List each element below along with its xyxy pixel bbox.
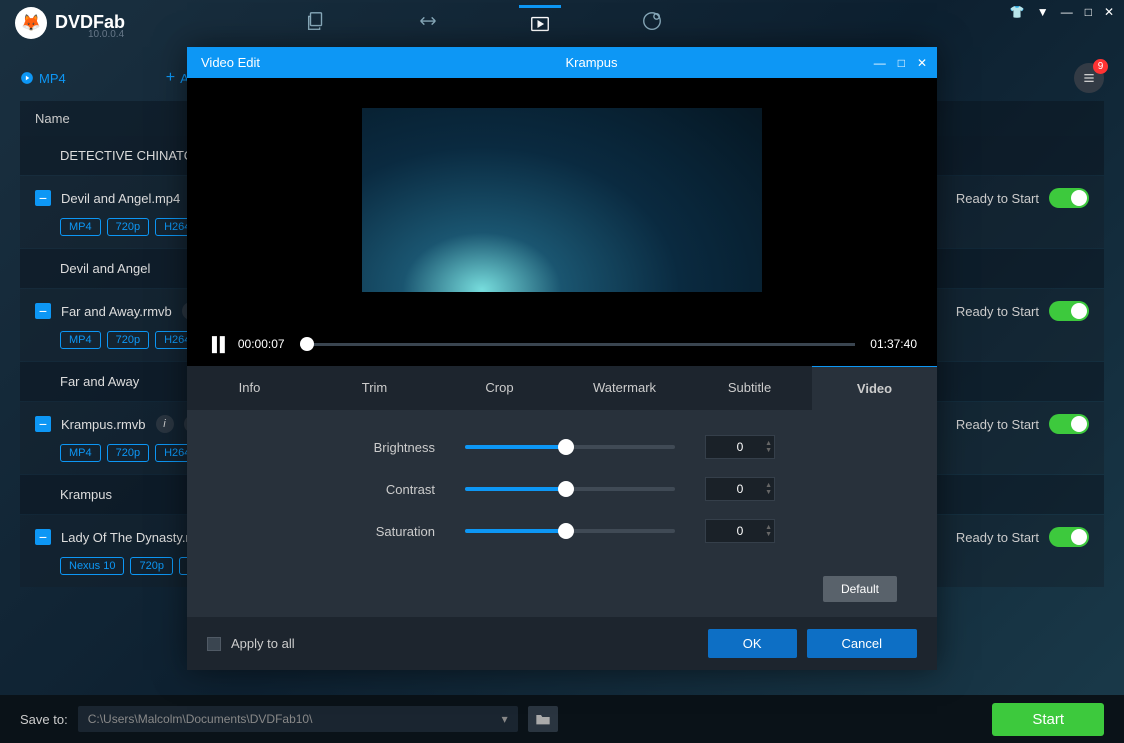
item-status: Ready to Start xyxy=(956,191,1039,206)
video-preview xyxy=(187,78,937,322)
item-status: Ready to Start xyxy=(956,417,1039,432)
saturation-input[interactable]: 0 ▲▼ xyxy=(705,519,775,543)
cancel-button[interactable]: Cancel xyxy=(807,629,917,658)
toggle-switch[interactable] xyxy=(1049,527,1089,547)
seek-thumb[interactable] xyxy=(300,337,314,351)
creator-tab-icon[interactable] xyxy=(631,5,673,40)
spin-down-icon[interactable]: ▼ xyxy=(765,489,772,496)
collapse-icon[interactable]: − xyxy=(35,190,51,206)
tag[interactable]: 720p xyxy=(107,444,149,462)
maximize-icon[interactable]: □ xyxy=(1085,5,1092,19)
brightness-label: Brightness xyxy=(345,440,435,455)
dropdown-icon[interactable]: ▼ xyxy=(1037,5,1049,19)
dialog-filename: Krampus xyxy=(566,55,618,70)
queue-button[interactable]: 9 xyxy=(1074,63,1104,93)
item-status: Ready to Start xyxy=(956,530,1039,545)
tag[interactable]: 720p xyxy=(107,331,149,349)
dialog-minimize-icon[interactable]: — xyxy=(874,56,886,70)
current-time: 00:00:07 xyxy=(238,337,285,351)
tag[interactable]: 720p xyxy=(130,557,172,575)
dialog-titlebar: Video Edit Krampus — □ ✕ xyxy=(187,47,937,78)
tag[interactable]: Nexus 10 xyxy=(60,557,124,575)
shirt-icon[interactable]: 👕 xyxy=(1010,5,1025,19)
collapse-icon[interactable]: − xyxy=(35,529,51,545)
slider-thumb[interactable] xyxy=(558,523,574,539)
contrast-slider[interactable] xyxy=(465,487,675,491)
spin-up-icon[interactable]: ▲ xyxy=(765,482,772,489)
player-controls: ▐▐ 00:00:07 01:37:40 xyxy=(187,322,937,366)
pause-icon[interactable]: ▐▐ xyxy=(207,336,223,352)
top-bar: 🦊 DVDFab 10.0.0.4 👕 ▼ — □ ✕ xyxy=(0,0,1124,45)
tag[interactable]: MP4 xyxy=(60,444,101,462)
toggle-switch[interactable] xyxy=(1049,188,1089,208)
toggle-switch[interactable] xyxy=(1049,414,1089,434)
item-title: Devil and Angel xyxy=(60,261,150,276)
slider-thumb[interactable] xyxy=(558,439,574,455)
app-icon: 🦊 xyxy=(15,7,47,39)
format-selector[interactable]: MP4 xyxy=(20,71,66,86)
queue-badge: 9 xyxy=(1093,59,1108,74)
minimize-icon[interactable]: — xyxy=(1061,5,1073,19)
converter-tab-icon[interactable] xyxy=(519,5,561,40)
toggle-switch[interactable] xyxy=(1049,301,1089,321)
item-status: Ready to Start xyxy=(956,304,1039,319)
save-path-text: C:\Users\Malcolm\Documents\DVDFab10\ xyxy=(88,712,313,726)
app-version: 10.0.0.4 xyxy=(88,29,124,40)
column-name: Name xyxy=(35,111,70,126)
item-title: Devil and Angel.mp4 xyxy=(61,191,180,206)
start-button[interactable]: Start xyxy=(992,703,1104,736)
collapse-icon[interactable]: − xyxy=(35,303,51,319)
format-label: MP4 xyxy=(39,71,66,86)
item-title: Far and Away xyxy=(60,374,139,389)
edit-tabs: Info Trim Crop Watermark Subtitle Video xyxy=(187,366,937,410)
collapse-icon[interactable]: − xyxy=(35,416,51,432)
seek-slider[interactable] xyxy=(300,343,856,346)
item-title: Far and Away.rmvb xyxy=(61,304,172,319)
chevron-down-icon[interactable]: ▾ xyxy=(502,712,508,726)
info-icon[interactable]: i xyxy=(156,415,174,433)
save-path-input[interactable]: C:\Users\Malcolm\Documents\DVDFab10\ ▾ xyxy=(78,706,518,732)
spin-down-icon[interactable]: ▼ xyxy=(765,531,772,538)
spin-down-icon[interactable]: ▼ xyxy=(765,447,772,454)
item-title: Krampus xyxy=(60,487,112,502)
slider-thumb[interactable] xyxy=(558,481,574,497)
ripper-tab-icon[interactable] xyxy=(407,5,449,40)
window-controls: 👕 ▼ — □ ✕ xyxy=(1010,5,1114,19)
dialog-maximize-icon[interactable]: □ xyxy=(898,56,905,70)
spin-up-icon[interactable]: ▲ xyxy=(765,524,772,531)
tab-crop[interactable]: Crop xyxy=(437,366,562,410)
tab-info[interactable]: Info xyxy=(187,366,312,410)
contrast-label: Contrast xyxy=(345,482,435,497)
tab-video[interactable]: Video xyxy=(812,366,937,410)
default-button[interactable]: Default xyxy=(823,576,897,602)
duration: 01:37:40 xyxy=(870,337,917,351)
tag[interactable]: MP4 xyxy=(60,218,101,236)
video-edit-dialog: Video Edit Krampus — □ ✕ ▐▐ 00:00:07 01:… xyxy=(187,47,937,670)
tag[interactable]: 720p xyxy=(107,218,149,236)
close-window-icon[interactable]: ✕ xyxy=(1104,5,1114,19)
brightness-slider[interactable] xyxy=(465,445,675,449)
tag[interactable]: MP4 xyxy=(60,331,101,349)
dialog-footer: Apply to all OK Cancel xyxy=(187,617,937,670)
browse-folder-button[interactable] xyxy=(528,706,558,732)
tab-trim[interactable]: Trim xyxy=(312,366,437,410)
preview-frame xyxy=(362,88,762,312)
dialog-close-icon[interactable]: ✕ xyxy=(917,56,927,70)
saturation-slider[interactable] xyxy=(465,529,675,533)
contrast-input[interactable]: 0 ▲▼ xyxy=(705,477,775,501)
saturation-label: Saturation xyxy=(345,524,435,539)
apply-all-checkbox[interactable] xyxy=(207,637,221,651)
save-to-label: Save to: xyxy=(20,712,68,727)
ok-button[interactable]: OK xyxy=(708,629,797,658)
video-panel: Brightness 0 ▲▼ Contrast 0 ▲▼ xyxy=(187,410,937,576)
brightness-input[interactable]: 0 ▲▼ xyxy=(705,435,775,459)
tab-subtitle[interactable]: Subtitle xyxy=(687,366,812,410)
bottom-bar: Save to: C:\Users\Malcolm\Documents\DVDF… xyxy=(0,695,1124,743)
copy-tab-icon[interactable] xyxy=(295,5,337,40)
item-title: Krampus.rmvb xyxy=(61,417,146,432)
spin-up-icon[interactable]: ▲ xyxy=(765,440,772,447)
apply-all-label: Apply to all xyxy=(231,636,295,651)
dialog-title: Video Edit xyxy=(201,55,260,70)
tab-watermark[interactable]: Watermark xyxy=(562,366,687,410)
